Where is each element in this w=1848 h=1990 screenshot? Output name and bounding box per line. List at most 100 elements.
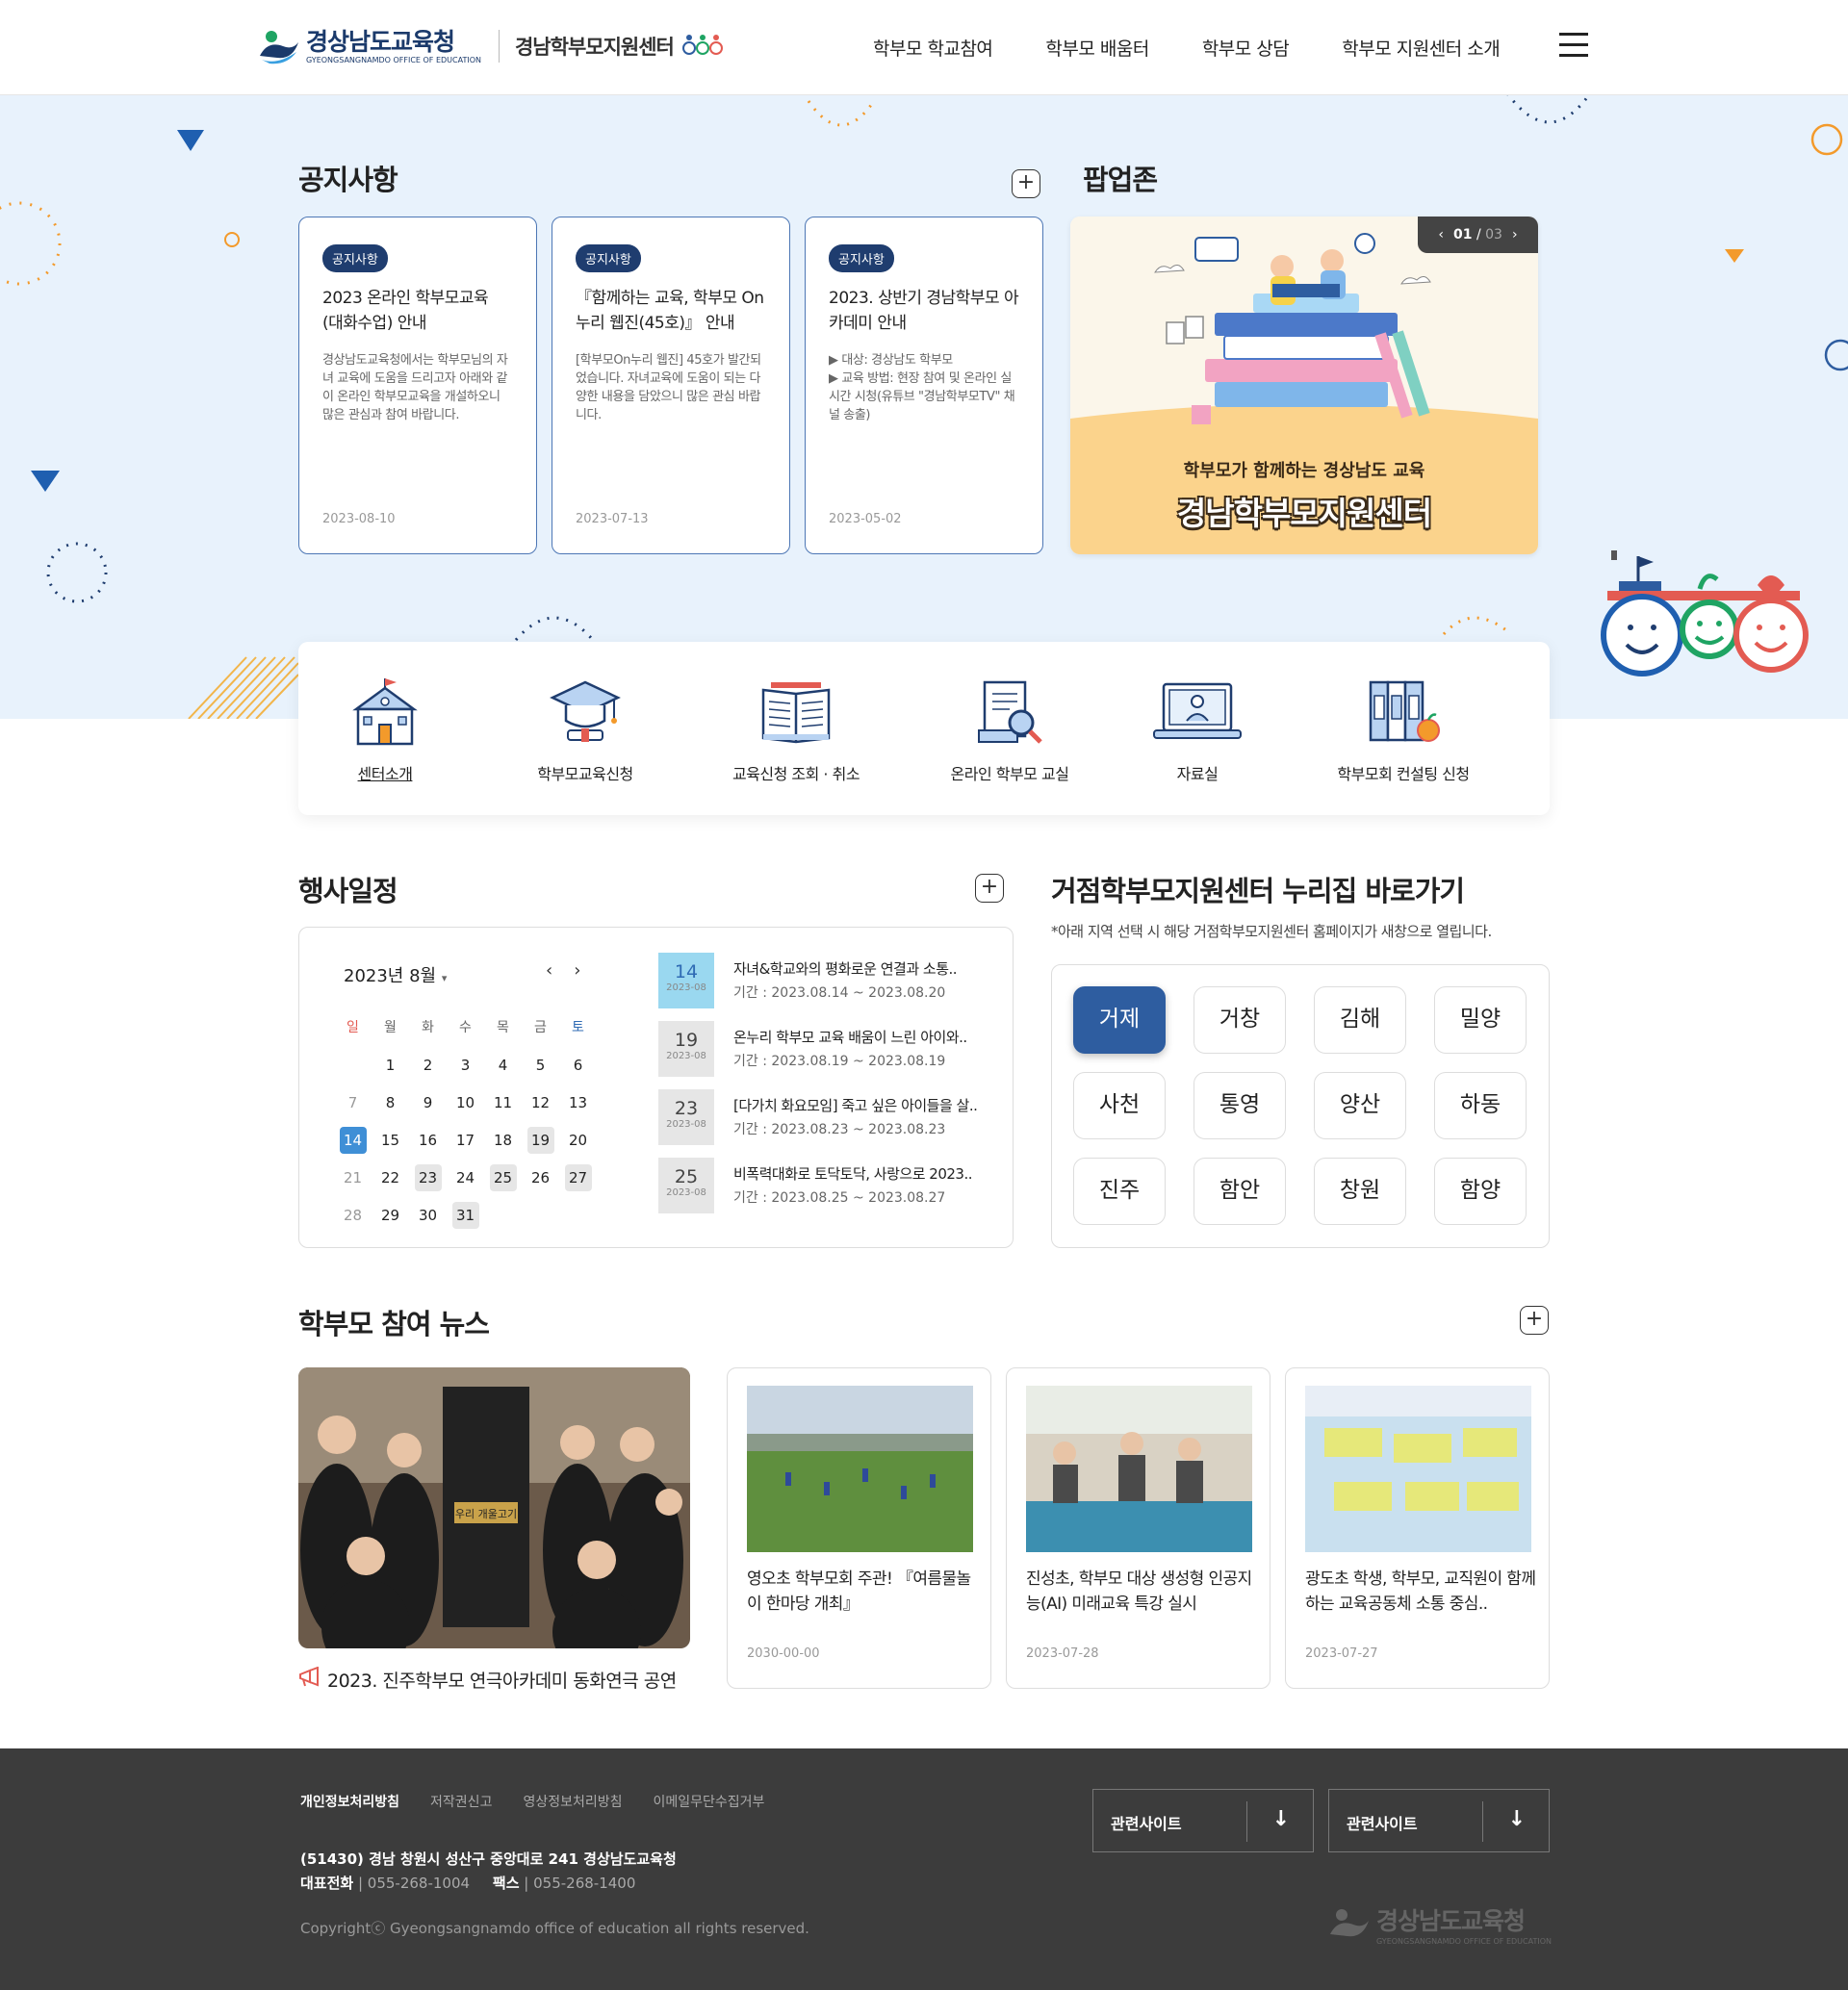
news-featured-caption[interactable]: 2023. 진주학부모 연극아카데미 동화연극 공연 xyxy=(298,1666,677,1693)
region-button[interactable]: 거창 xyxy=(1194,986,1286,1054)
calendar-day[interactable]: 20 xyxy=(559,1127,597,1164)
calendar-day[interactable]: 30 xyxy=(409,1202,447,1239)
calendar-day[interactable]: 16 xyxy=(409,1127,447,1164)
related-site-select[interactable]: 관련사이트 ↓ xyxy=(1092,1789,1314,1852)
calendar-day[interactable]: 13 xyxy=(559,1089,597,1127)
footer-link-privacy[interactable]: 개인정보처리방침 xyxy=(300,1792,399,1811)
event-date-box: 19 2023-08 xyxy=(658,1021,714,1077)
calendar-week-row: 21 22 23 24 25 26 27 xyxy=(334,1164,597,1202)
quick-label: 학부모교육신청 xyxy=(537,765,633,783)
region-button[interactable]: 통영 xyxy=(1194,1072,1286,1139)
quick-menu: 센터소개 학부모교육신청 교육신청 조회 · 취소 온라인 학부모 교실 자료실… xyxy=(298,642,1550,815)
notice-more-button[interactable]: + xyxy=(1012,169,1040,198)
calendar-day[interactable]: 15 xyxy=(372,1127,409,1164)
calendar-day[interactable]: 28 xyxy=(334,1202,372,1239)
chevron-right-icon[interactable]: › xyxy=(1512,227,1518,242)
calendar-day-number: 29 xyxy=(380,1207,400,1224)
quick-resources[interactable]: 자료실 xyxy=(1140,678,1255,784)
news-card[interactable]: 영오초 학부모회 주관! 『여름물놀이 한마당 개최』 2030-00-00 xyxy=(727,1367,991,1689)
calendar-day-number: 10 xyxy=(455,1094,475,1111)
quick-education-lookup[interactable]: 교육신청 조회 · 취소 xyxy=(705,678,887,784)
region-button[interactable]: 창원 xyxy=(1314,1158,1406,1225)
nav-counseling[interactable]: 학부모 상담 xyxy=(1202,35,1290,61)
calendar-weekday: 수 xyxy=(459,1020,472,1035)
notice-card[interactable]: 공지사항 2023. 상반기 경남학부모 아카데미 안내 ▶ 대상: 경상남도 … xyxy=(805,217,1043,554)
chevron-right-icon[interactable]: › xyxy=(574,960,602,981)
calendar-day[interactable]: 1 xyxy=(372,1052,409,1089)
calendar-day[interactable]: 10 xyxy=(447,1089,484,1127)
notice-card[interactable]: 공지사항 2023 온라인 학부모교육 (대화수업) 안내 경상남도교육청에서는… xyxy=(298,217,537,554)
region-button[interactable]: 하동 xyxy=(1434,1072,1527,1139)
news-card[interactable]: 진성초, 학부모 대상 생성형 인공지능(AI) 미래교육 특강 실시 2023… xyxy=(1006,1367,1270,1689)
calendar-day[interactable]: 19 xyxy=(522,1127,559,1164)
select-divider xyxy=(1246,1801,1247,1842)
calendar-day[interactable]: 22 xyxy=(372,1164,409,1202)
calendar-day[interactable]: 21 xyxy=(334,1164,372,1202)
calendar-day[interactable]: 6 xyxy=(559,1052,597,1089)
calendar-day-number: 30 xyxy=(418,1207,438,1224)
region-button[interactable]: 함양 xyxy=(1434,1158,1527,1225)
calendar-day[interactable]: 11 xyxy=(484,1089,522,1127)
calendar-day[interactable]: 3 xyxy=(447,1052,484,1089)
calendar-month-select[interactable]: 2023년 8월 ▾ xyxy=(344,962,447,987)
calendar-day-number: 15 xyxy=(380,1132,400,1149)
event-month: 2023-08 xyxy=(666,1119,706,1130)
region-button[interactable]: 거제 xyxy=(1073,986,1166,1054)
quick-online-classroom[interactable]: 온라인 학부모 교실 xyxy=(928,678,1091,784)
news-card[interactable]: 광도초 학생, 학부모, 교직원이 함께하는 교육공동체 소통 중심.. 202… xyxy=(1285,1367,1550,1689)
calendar-day[interactable]: 9 xyxy=(409,1089,447,1127)
calendar-day-number: 9 xyxy=(423,1094,433,1111)
calendar-day[interactable]: 17 xyxy=(447,1127,484,1164)
calendar-day[interactable]: 4 xyxy=(484,1052,522,1089)
region-button[interactable]: 사천 xyxy=(1073,1072,1166,1139)
region-button[interactable]: 진주 xyxy=(1073,1158,1166,1225)
calendar-day[interactable]: 27 xyxy=(559,1164,597,1202)
region-button[interactable]: 김해 xyxy=(1314,986,1406,1054)
chevron-left-icon[interactable]: ‹ xyxy=(546,960,574,981)
related-site-select[interactable]: 관련사이트 ↓ xyxy=(1328,1789,1550,1852)
event-month: 2023-08 xyxy=(666,1051,706,1061)
calendar-day[interactable]: 18 xyxy=(484,1127,522,1164)
news-featured-photo[interactable]: 우리 개울고기 xyxy=(298,1367,690,1648)
hamburger-icon[interactable] xyxy=(1559,33,1588,58)
calendar-day[interactable]: 23 xyxy=(409,1164,447,1202)
popup-total: 03 xyxy=(1485,227,1502,242)
quick-education-apply[interactable]: 학부모교육신청 xyxy=(508,678,662,784)
site-logo[interactable]: 경상남도교육청 GYEONGSANGNAMDO OFFICE OF EDUCAT… xyxy=(258,27,724,65)
calendar-day[interactable]: 8 xyxy=(372,1089,409,1127)
calendar-day-number: 17 xyxy=(455,1132,475,1149)
calendar-weekday: 일 xyxy=(346,1020,359,1035)
footer-link-email[interactable]: 이메일무단수집거부 xyxy=(654,1792,765,1811)
nav-learning[interactable]: 학부모 배움터 xyxy=(1045,35,1149,61)
nav-center-intro[interactable]: 학부모 지원센터 소개 xyxy=(1342,35,1500,61)
calendar-day[interactable]: 26 xyxy=(522,1164,559,1202)
calendar-day[interactable]: 12 xyxy=(522,1089,559,1127)
calendar-day[interactable]: 14 xyxy=(334,1127,372,1164)
footer-link-cctv[interactable]: 영상정보처리방침 xyxy=(523,1792,622,1811)
event-period: 기간 : 2023.08.25 ~ 2023.08.27 xyxy=(733,1190,946,1206)
calendar-day[interactable]: 25 xyxy=(484,1164,522,1202)
calendar-day[interactable]: 29 xyxy=(372,1202,409,1239)
nav-school-participation[interactable]: 학부모 학교참여 xyxy=(873,35,993,61)
notice-card[interactable]: 공지사항 『함께하는 교육, 학부모 On누리 웹진(45호)』 안내 [학부모… xyxy=(552,217,790,554)
calendar-day[interactable]: 5 xyxy=(522,1052,559,1089)
news-more-button[interactable]: + xyxy=(1520,1306,1549,1335)
calendar-day-number: 24 xyxy=(455,1169,475,1186)
calendar-day[interactable]: 31 xyxy=(447,1202,484,1239)
calendar-week-row: 1 2 3 4 5 6 xyxy=(334,1052,597,1089)
calendar-day[interactable]: 7 xyxy=(334,1089,372,1127)
chevron-left-icon[interactable]: ‹ xyxy=(1438,227,1444,242)
popup-banner[interactable]: ‹ 01 / 03 › 학부모가 함께하는 경상남도 교육 경남학부모지원센터 xyxy=(1070,217,1538,554)
region-button[interactable]: 함안 xyxy=(1194,1158,1286,1225)
calendar-day[interactable]: 2 xyxy=(409,1052,447,1089)
quick-center-intro[interactable]: 센터소개 xyxy=(337,678,433,784)
site-name: 경남학부모지원센터 xyxy=(514,36,675,59)
region-button[interactable]: 밀양 xyxy=(1434,986,1527,1054)
quick-consulting-apply[interactable]: 학부모회 컨설팅 신청 xyxy=(1317,678,1490,784)
calendar-weekday-row: 일월화수목금토 xyxy=(334,1014,597,1052)
calendar-day[interactable]: 24 xyxy=(447,1164,484,1202)
footer-link-copyright[interactable]: 저작권신고 xyxy=(430,1792,492,1811)
quick-label: 자료실 xyxy=(1176,765,1219,783)
region-button[interactable]: 양산 xyxy=(1314,1072,1406,1139)
events-more-button[interactable]: + xyxy=(975,874,1004,903)
